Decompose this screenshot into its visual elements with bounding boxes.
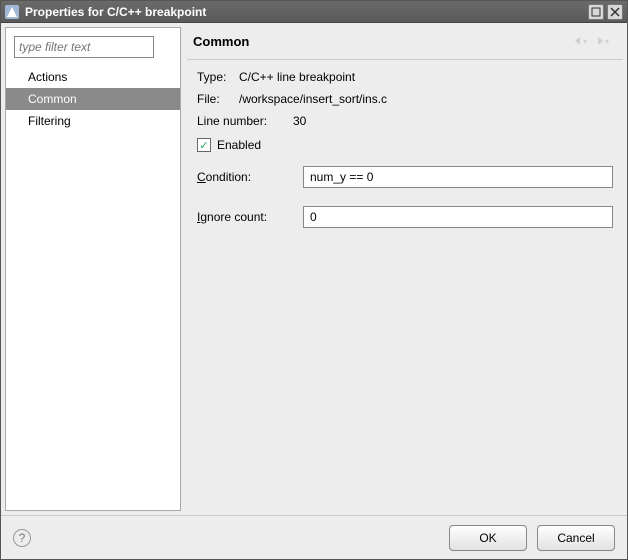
content-header: Common ▾ ▾ bbox=[187, 27, 623, 60]
help-icon[interactable]: ? bbox=[13, 529, 31, 547]
minimize-icon[interactable] bbox=[588, 4, 604, 20]
line-row: Line number: 30 bbox=[197, 114, 613, 128]
sidebar-item-common[interactable]: Common bbox=[6, 88, 180, 110]
sidebar: Actions Common Filtering bbox=[5, 27, 181, 511]
enabled-label: Enabled bbox=[217, 138, 261, 152]
file-row: File: /workspace/insert_sort/ins.c bbox=[197, 92, 613, 106]
sidebar-item-filtering[interactable]: Filtering bbox=[6, 110, 180, 132]
line-value: 30 bbox=[293, 114, 306, 128]
line-label: Line number: bbox=[197, 114, 287, 128]
sidebar-item-actions[interactable]: Actions bbox=[6, 66, 180, 88]
svg-text:▾: ▾ bbox=[605, 37, 609, 46]
ignore-row: Ignore count: bbox=[197, 206, 613, 228]
app-icon bbox=[5, 5, 19, 19]
condition-label: Condition: bbox=[197, 170, 297, 184]
filter-input[interactable] bbox=[14, 36, 154, 58]
window-title: Properties for C/C++ breakpoint bbox=[25, 5, 585, 19]
dialog-window: Properties for C/C++ breakpoint Actions … bbox=[0, 0, 628, 560]
page-title: Common bbox=[193, 34, 571, 49]
body-area: Actions Common Filtering Common ▾ ▾ Type… bbox=[1, 23, 627, 515]
ignore-input[interactable] bbox=[303, 206, 613, 228]
file-label: File: bbox=[197, 92, 233, 106]
type-row: Type: C/C++ line breakpoint bbox=[197, 70, 613, 84]
titlebar: Properties for C/C++ breakpoint bbox=[1, 1, 627, 23]
forward-icon[interactable]: ▾ bbox=[595, 33, 615, 49]
enabled-row: ✓ Enabled bbox=[197, 138, 613, 152]
condition-row: Condition: bbox=[197, 166, 613, 188]
ok-button[interactable]: OK bbox=[449, 525, 527, 551]
enabled-checkbox[interactable]: ✓ bbox=[197, 138, 211, 152]
content-panel: Common ▾ ▾ Type: C/C++ line breakpoint F… bbox=[187, 27, 623, 511]
close-icon[interactable] bbox=[607, 4, 623, 20]
condition-input[interactable] bbox=[303, 166, 613, 188]
file-value: /workspace/insert_sort/ins.c bbox=[239, 92, 387, 106]
type-label: Type: bbox=[197, 70, 233, 84]
type-value: C/C++ line breakpoint bbox=[239, 70, 355, 84]
content-body: Type: C/C++ line breakpoint File: /works… bbox=[187, 60, 623, 248]
nav-list: Actions Common Filtering bbox=[6, 66, 180, 132]
svg-text:▾: ▾ bbox=[583, 37, 587, 46]
button-bar: ? OK Cancel bbox=[1, 515, 627, 559]
cancel-button[interactable]: Cancel bbox=[537, 525, 615, 551]
ignore-label: Ignore count: bbox=[197, 210, 297, 224]
back-icon[interactable]: ▾ bbox=[573, 33, 593, 49]
